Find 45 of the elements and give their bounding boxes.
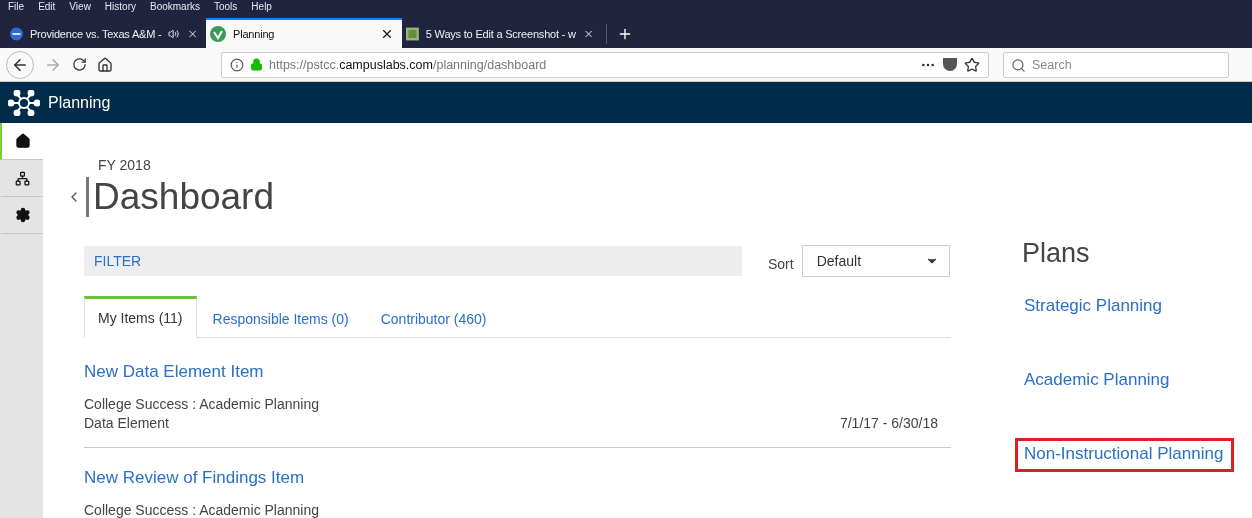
menu-item[interactable]: Edit [38, 1, 56, 13]
star-icon[interactable] [964, 56, 980, 73]
item-title-link[interactable]: New Data Element Item [84, 362, 264, 382]
plan-link[interactable]: Non-Instructional Planning [1015, 438, 1235, 472]
lock-icon [250, 58, 263, 72]
search-icon [1011, 57, 1026, 73]
item-title-link[interactable]: New Review of Findings Item [84, 468, 305, 488]
filter-bar[interactable]: FILTER [84, 246, 742, 276]
menu-item[interactable]: History [104, 1, 136, 13]
item-path: College Success : Academic Planning [84, 502, 321, 518]
browser-tab[interactable]: Providence vs. Texas A&M - [6, 20, 206, 49]
reload-icon[interactable] [72, 57, 87, 73]
url-text: https://pstcc.campuslabs.com/planning/dashboard [269, 57, 548, 72]
item-dates: 7/1/17 - 6/30/18 [839, 415, 938, 431]
side-nav-button[interactable] [0, 123, 43, 160]
plan-link[interactable]: Strategic Planning [1015, 290, 1173, 324]
menu-item[interactable]: Bookmarks [150, 1, 200, 13]
item-path: College Success : Academic Planning [84, 396, 321, 412]
network-logo-icon [8, 89, 40, 116]
menu-item[interactable]: Help [251, 1, 272, 13]
item-type: Data Element [84, 415, 169, 431]
fiscal-year: FY 2018 [98, 157, 152, 173]
home-icon [14, 133, 31, 149]
items-tab[interactable]: Contributor (460) [364, 301, 503, 337]
pocket-icon[interactable] [942, 57, 958, 73]
info-icon[interactable] [230, 57, 244, 72]
address-field[interactable]: https://pstcc.campuslabs.com/planning/dashboard [221, 51, 989, 78]
browser-tab[interactable]: Planning [206, 18, 402, 49]
menu-item[interactable]: Tools [214, 1, 238, 13]
menu-item[interactable]: View [69, 1, 91, 13]
settings-icon [14, 207, 31, 223]
plan-link[interactable]: Academic Planning [1015, 364, 1181, 398]
items-tab[interactable]: My Items (11) [84, 296, 197, 338]
plans-heading: Plans [1022, 238, 1091, 269]
page-title: Dashboard [93, 175, 274, 219]
home-icon[interactable] [97, 56, 113, 73]
shield-check-icon [210, 26, 226, 43]
browser-tab[interactable]: 5 Ways to Edit a Screenshot - w [402, 20, 602, 49]
hierarchy-icon [15, 170, 30, 186]
sort-dropdown[interactable]: Default [801, 245, 950, 277]
app-title: Planning [48, 93, 111, 112]
search-field[interactable]: Search [1003, 51, 1229, 78]
items-tab[interactable]: Responsible Items (0) [196, 301, 365, 337]
menu-item[interactable]: File [8, 1, 25, 13]
sort-label: Sort [768, 256, 794, 272]
